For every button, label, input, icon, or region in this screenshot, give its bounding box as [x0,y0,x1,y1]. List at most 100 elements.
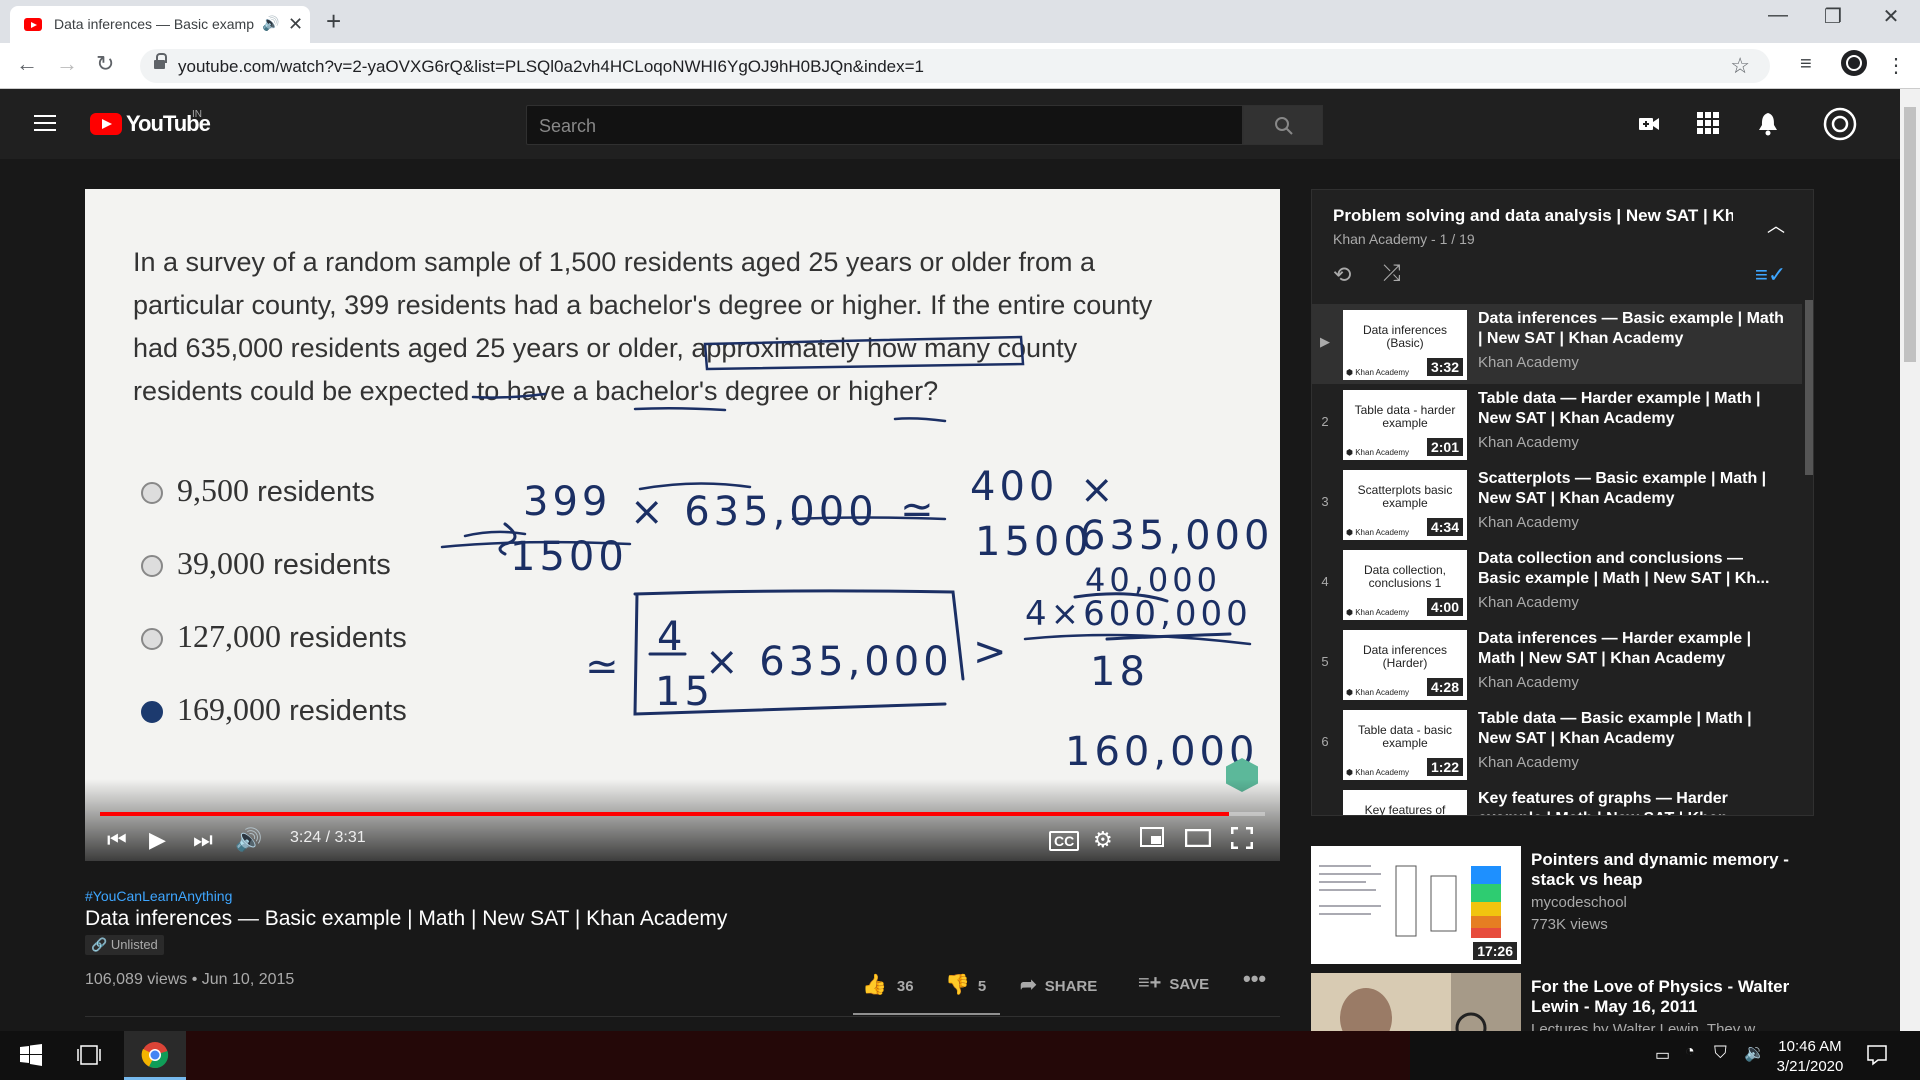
play-icon[interactable]: ▶ [149,827,166,853]
taskbar-clock[interactable]: 10:46 AM 3/21/2020 [1770,1037,1850,1077]
playlist-item-title: Table data — Basic example | Math | New … [1478,710,1752,747]
hw-boxed-times: × 635,000 [705,639,953,685]
playlist-item-channel: Khan Academy [1478,434,1579,451]
playlist-item-channel: Khan Academy [1478,514,1579,531]
playlist-item-index: 2 [1321,414,1329,429]
playlist-item[interactable]: 4 Data collection, conclusions 1 ⬢ Khan A… [1312,544,1802,624]
theater-mode-icon[interactable] [1184,827,1212,853]
lock-icon[interactable] [154,53,167,70]
task-view-icon[interactable] [77,1045,101,1070]
lecturer-photo-icon [1311,973,1521,1031]
windows-start-icon[interactable] [20,1044,42,1071]
volume-tray-icon[interactable]: 🔉 [1744,1043,1765,1063]
page-scrollbar[interactable] [1900,89,1920,1031]
search-input[interactable]: Search [526,105,1243,145]
notification-center-icon[interactable] [1866,1044,1888,1071]
settings-gear-icon[interactable]: ⚙ [1093,827,1113,853]
playlist-item-channel: Khan Academy [1478,754,1579,771]
save-label: SAVE [1169,976,1210,993]
save-button[interactable]: ≡+ SAVE [1138,972,1209,995]
search-placeholder: Search [539,116,597,136]
battery-icon[interactable]: ▭ [1655,1045,1670,1065]
next-icon[interactable]: ⏭ [193,827,213,853]
playlist-item[interactable]: ▶ Data inferences (Basic) ⬢ Khan Academy 3… [1312,304,1802,384]
like-button[interactable]: 👍 36 [862,972,914,997]
playlist-item[interactable]: 2 Table data - harder example ⬢ Khan Acad… [1312,384,1802,464]
playlist-item[interactable]: 3 Scatterplots basic example ⬢ Khan Acade… [1312,464,1802,544]
restore-icon[interactable]: ❐ [1808,4,1858,29]
forward-icon[interactable]: → [56,51,78,77]
reload-icon[interactable]: ↻ [96,51,114,77]
close-window-icon[interactable]: ✕ [1866,4,1916,29]
playlist-item-title: Data inferences — Harder example | Math … [1478,630,1752,667]
security-shield-icon[interactable]: ⛉ [1714,1043,1727,1063]
playlist-item-channel: Khan Academy [1478,354,1579,371]
dislike-button[interactable]: 👎 5 [945,972,986,997]
taskbar-chrome-button[interactable] [124,1031,186,1080]
playlist-item-title: Data inferences — Basic example | Math |… [1478,310,1784,347]
minimize-icon[interactable]: — [1753,4,1803,27]
volume-icon[interactable]: 🔊 [235,827,262,853]
playlist-item-title: Key features of graphs — Harder example … [1478,790,1728,815]
playlist-item-index: 5 [1321,654,1329,669]
new-tab-button[interactable]: + [326,6,341,37]
shuffle-icon[interactable]: ⤮ [1383,260,1401,286]
bookmark-star-icon[interactable]: ☆ [1730,53,1750,79]
hw-frac1-den: 1500 [510,534,628,580]
playlist-item-channel: Khan Academy [1478,594,1579,611]
tab-close-icon[interactable]: ✕ [288,14,303,35]
share-icon: ➦ [1020,974,1037,996]
apps-grid-icon[interactable] [1697,112,1719,139]
back-icon[interactable]: ← [16,51,38,77]
playlist-item-index: 4 [1321,574,1329,589]
duration: 17:26 [1473,942,1517,960]
page-scrollbar-thumb[interactable] [1904,107,1916,362]
duration: 4:28 [1426,678,1463,696]
clock-date: 3/21/2020 [1776,1058,1844,1075]
tab-audio-icon[interactable]: 🔊 [262,15,279,32]
media-queue-icon[interactable]: ≡ [1800,53,1812,76]
playlist-save-icon[interactable]: ≡✓ [1755,262,1786,288]
menu-icon[interactable] [34,115,56,131]
playlist-thumbnail: Data inferences (Harder) ⬢ Khan Academy 4:… [1343,630,1467,700]
miniplayer-icon[interactable] [1140,827,1164,853]
youtube-logo-icon[interactable] [90,113,122,135]
more-actions-icon[interactable]: ••• [1243,966,1266,992]
hw-boxed-num: 4 [657,614,687,660]
thumbs-up-icon: 👍 [862,974,887,996]
wifi-icon[interactable]: ◔ [1685,1043,1695,1061]
profile-avatar[interactable] [1840,49,1868,83]
account-avatar[interactable] [1823,107,1857,146]
tab-title: Data inferences — Basic example | Math |… [54,16,254,32]
collapse-chevron-icon[interactable]: ︿ [1767,212,1785,238]
chrome-menu-icon[interactable]: ⋮ [1886,53,1906,78]
related-video[interactable]: For the Love of Physics - Walter Lewin -… [1311,973,1811,1031]
dislike-count: 5 [977,978,987,995]
playlist-title[interactable]: Problem solving and data analysis | New … [1333,206,1733,226]
progress-bar[interactable] [100,812,1265,816]
playlist-scrollbar[interactable] [1805,300,1813,475]
playlist-item[interactable]: 5 Data inferences (Harder) ⬢ Khan Academy… [1312,624,1802,704]
create-video-icon[interactable] [1637,112,1661,141]
previous-icon[interactable]: ⏮ [107,827,127,853]
playlist-item[interactable]: Key features of Key features of graphs —… [1312,784,1802,815]
fullscreen-icon[interactable] [1230,826,1254,855]
captions-icon[interactable]: CC [1049,831,1080,851]
unlisted-badge: 🔗 Unlisted [85,935,164,955]
hashtag-link[interactable]: #YouCanLearnAnything [85,888,232,904]
unlisted-label: Unlisted [110,937,158,952]
video-player[interactable]: In a survey of a random sample of 1,500 … [85,189,1280,861]
share-label: SHARE [1044,978,1098,995]
notifications-bell-icon[interactable] [1757,112,1779,141]
playlist-item[interactable]: 6 Table data - basic example ⬢ Khan Acade… [1312,704,1802,784]
browser-tab[interactable]: Data inferences — Basic example | Math |… [10,6,310,43]
playlist-item-index: 3 [1321,494,1329,509]
related-video[interactable]: 17:26 Pointers and dynamic memory - stac… [1311,846,1811,966]
share-button[interactable]: ➦ SHARE [1020,972,1097,997]
playlist-subtitle: Khan Academy - 1 / 19 [1333,231,1475,247]
address-bar[interactable]: youtube.com/watch?v=2-yaOVXG6rQ&list=PLS… [140,49,1770,83]
search-button[interactable] [1243,105,1323,145]
video-title: Data inferences — Basic example | Math |… [85,907,728,930]
playlist-item-title: Table data — Harder example | Math | New… [1478,390,1761,427]
loop-icon[interactable]: ⟲ [1333,262,1351,288]
